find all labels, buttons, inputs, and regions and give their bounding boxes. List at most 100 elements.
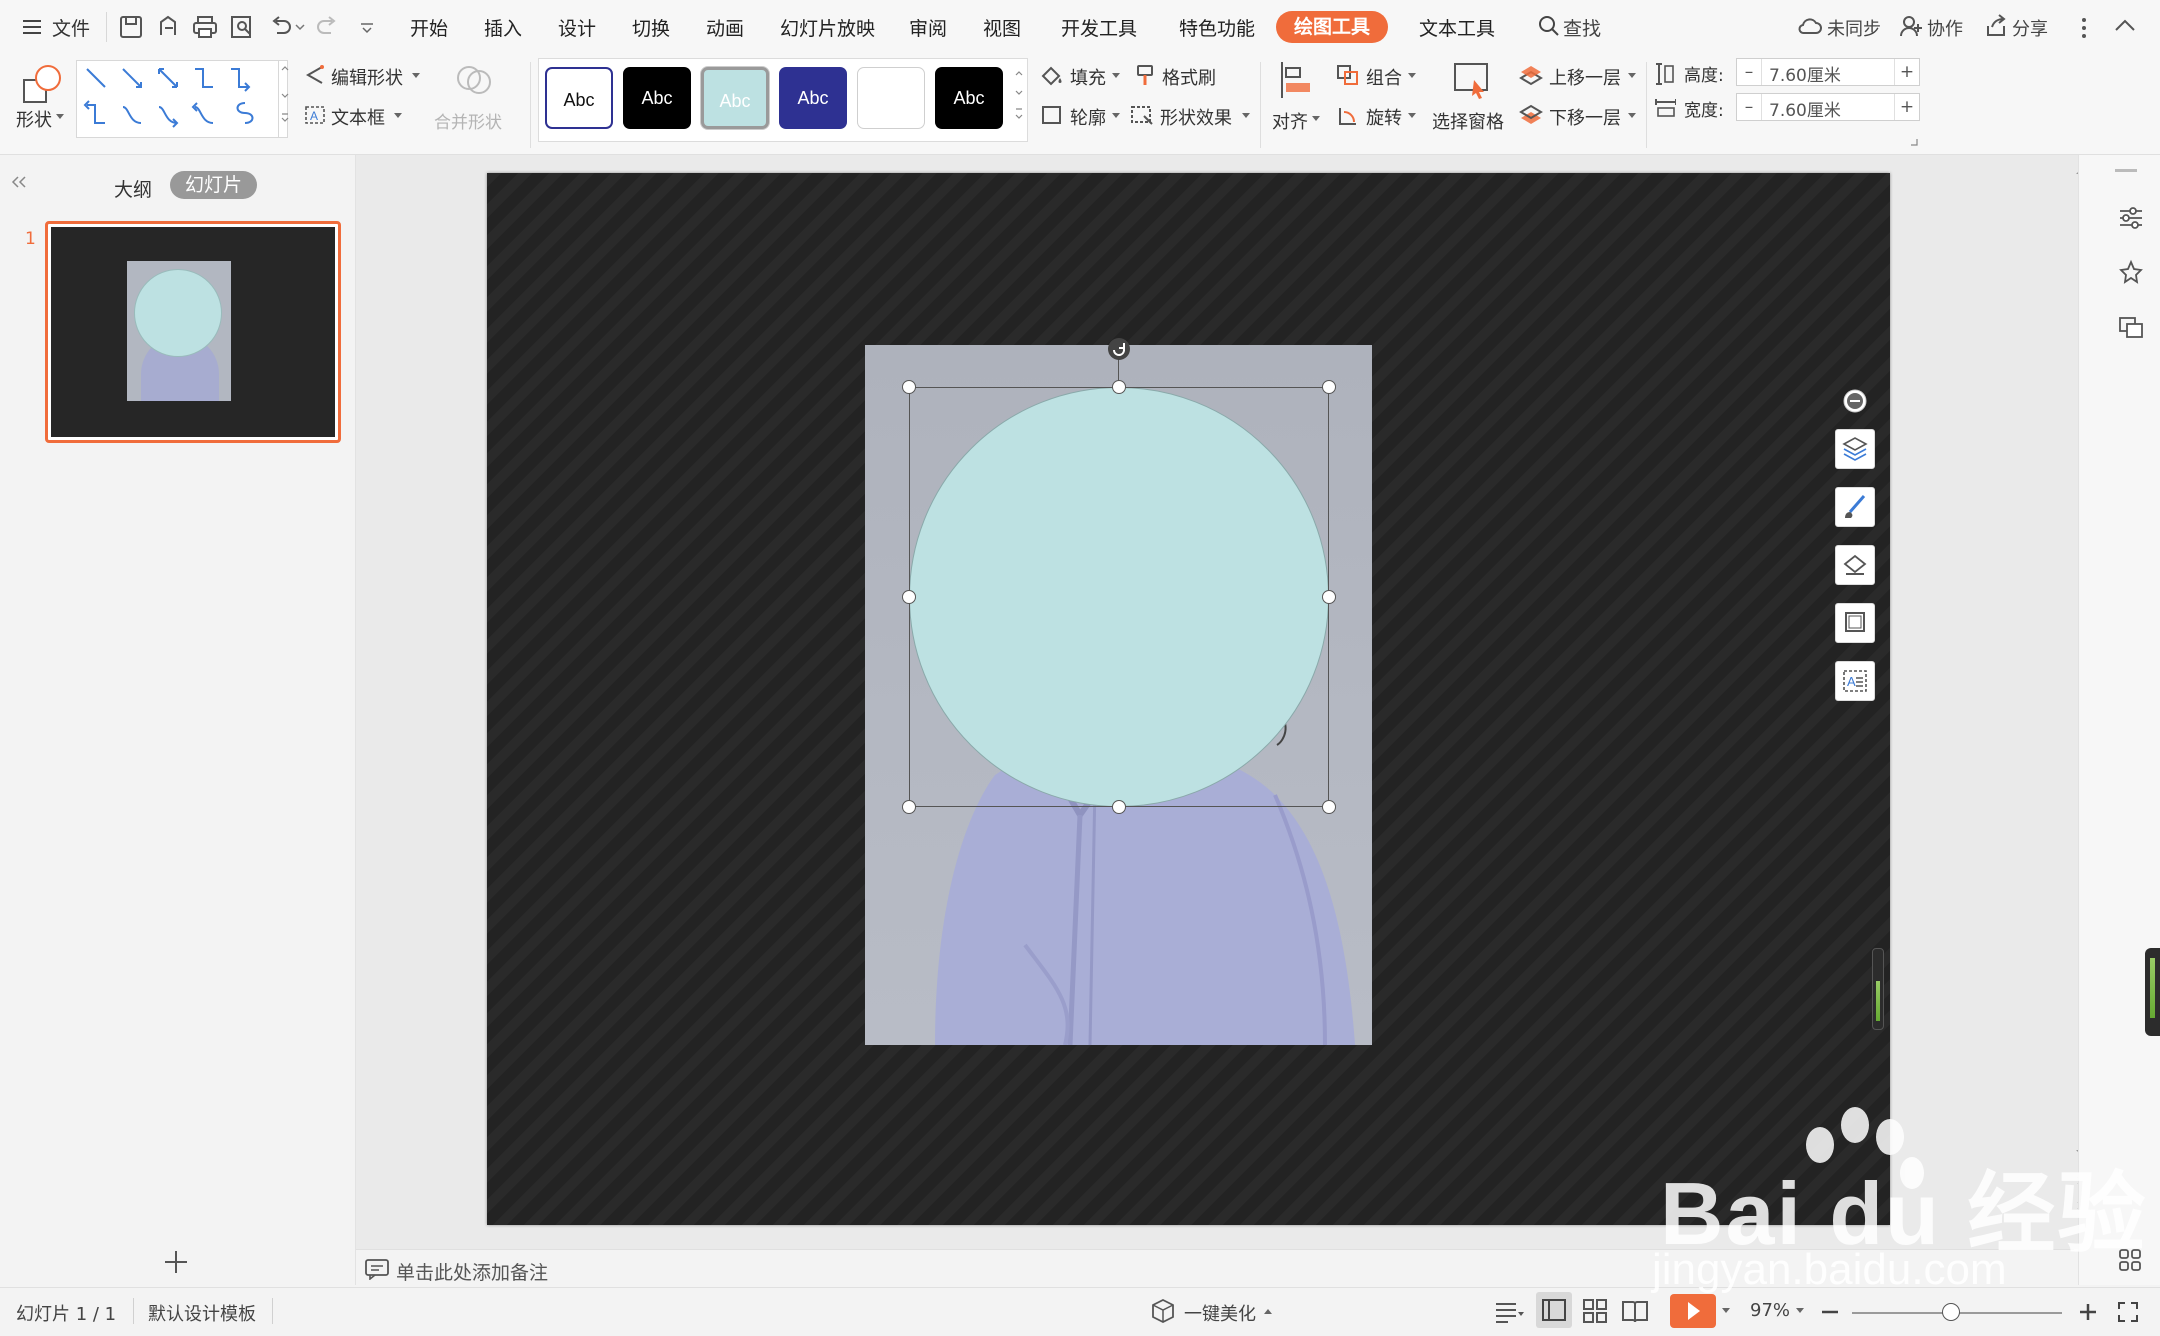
tab-view[interactable]: 视图 (983, 14, 1021, 41)
collapse-ribbon-icon[interactable] (2114, 18, 2136, 32)
reading-view-icon[interactable] (1620, 1296, 1650, 1326)
magic-star-icon[interactable] (2117, 259, 2145, 287)
add-slide-icon[interactable] (162, 1248, 190, 1276)
notes-placeholder[interactable]: 单击此处添加备注 (396, 1258, 548, 1285)
merge-shape-icon (457, 66, 491, 94)
notes-view-icon[interactable] (1494, 1300, 1526, 1324)
save-icon[interactable] (118, 14, 144, 40)
resize-handle-bottom-left[interactable] (902, 800, 916, 814)
shape-style-gallery[interactable]: Abc Abc Abc Abc Abc (538, 58, 1028, 142)
tab-animation[interactable]: 动画 (706, 14, 744, 41)
style-sample-black[interactable]: Abc (623, 67, 691, 129)
collapse-pane-icon[interactable] (10, 175, 28, 189)
outline-tab[interactable]: 大纲 (114, 175, 152, 202)
height-value[interactable]: 7.60厘米 (1769, 61, 1841, 86)
side-voice-widget[interactable] (2145, 948, 2160, 1036)
format-painter-label: 格式刷 (1162, 68, 1216, 89)
zoom-level[interactable]: 97% (1750, 1300, 1790, 1321)
align-button[interactable]: 对齐 (1270, 60, 1322, 140)
zoom-slider-thumb[interactable] (1942, 1303, 1960, 1321)
slide-layout-icon[interactable] (2117, 313, 2145, 341)
resize-handle-bottom[interactable] (1112, 800, 1126, 814)
height-decrement-button[interactable]: – (1737, 59, 1762, 85)
fit-window-icon[interactable] (2116, 1300, 2140, 1324)
layer-options-button[interactable] (1835, 429, 1875, 469)
style-gallery-scroll-icon[interactable] (1013, 69, 1025, 129)
height-increment-button[interactable]: + (1894, 59, 1919, 85)
size-dialog-launcher-icon[interactable] (1910, 138, 1918, 146)
tab-transition[interactable]: 切换 (632, 14, 670, 41)
customize-quick-access-icon[interactable] (360, 22, 374, 34)
notes-bar[interactable]: 单击此处添加备注 (356, 1249, 2074, 1288)
line-shape-gallery[interactable] (76, 60, 288, 138)
rotate-handle-icon[interactable] (1107, 337, 1131, 361)
undo-dropdown-icon[interactable] (295, 24, 305, 32)
style-sample-black-2[interactable]: Abc (935, 67, 1003, 129)
status-divider (272, 1298, 273, 1324)
normal-view-icon (1542, 1299, 1566, 1321)
tab-insert[interactable]: 插入 (484, 14, 522, 41)
shape-outline-button[interactable] (1835, 603, 1875, 643)
shape-style-button[interactable] (1835, 487, 1875, 527)
grid-apps-icon[interactable] (2117, 1247, 2143, 1273)
rotate-dropdown-icon (1408, 113, 1416, 118)
redo-icon[interactable] (314, 14, 340, 40)
zoom-in-icon[interactable] (2078, 1302, 2098, 1322)
slides-tab[interactable]: 幻灯片 (170, 171, 258, 199)
svg-text:A: A (1847, 674, 1856, 689)
tab-developer[interactable]: 开发工具 (1061, 14, 1137, 41)
resize-handle-top[interactable] (1112, 380, 1126, 394)
style-sample-white-navy[interactable]: Abc (545, 67, 613, 129)
tab-home[interactable]: 开始 (410, 14, 448, 41)
tab-drawing-tools[interactable]: 绘图工具 (1276, 11, 1389, 43)
tab-special-features[interactable]: 特色功能 (1179, 14, 1255, 41)
text-wrap-button[interactable]: A (1835, 661, 1875, 701)
style-sample-blank[interactable] (857, 67, 925, 129)
zoom-dropdown-icon[interactable] (1796, 1308, 1804, 1314)
shape-button[interactable]: 形状 (14, 60, 74, 140)
tab-slideshow[interactable]: 幻灯片放映 (780, 14, 875, 41)
resize-handle-top-left[interactable] (902, 380, 916, 394)
slide[interactable]: A (487, 173, 1890, 1225)
zoom-out-icon[interactable] (1820, 1302, 1840, 1322)
height-field[interactable]: – 7.60厘米 + (1736, 58, 1920, 86)
play-icon (1688, 1302, 1700, 1320)
svg-text:A: A (310, 109, 318, 123)
gallery-scroll[interactable] (278, 60, 291, 138)
resize-handle-bottom-right[interactable] (1322, 800, 1336, 814)
export-icon[interactable] (156, 14, 182, 40)
print-preview-icon[interactable] (229, 14, 255, 40)
width-decrement-button[interactable]: – (1737, 94, 1762, 120)
ribbon-divider (530, 62, 531, 148)
properties-sliders-icon[interactable] (2117, 205, 2145, 231)
normal-view-button[interactable] (1536, 1292, 1572, 1328)
voice-level-widget[interactable] (1872, 948, 1884, 1030)
slide-thumbnail[interactable] (45, 221, 341, 443)
resize-handle-left[interactable] (902, 590, 916, 604)
template-name[interactable]: 默认设计模板 (148, 1300, 256, 1326)
slideshow-dropdown-icon[interactable] (1722, 1308, 1730, 1314)
width-field[interactable]: – 7.60厘米 + (1736, 93, 1920, 121)
style-sample-navy[interactable]: Abc (779, 67, 847, 129)
resize-handle-top-right[interactable] (1322, 380, 1336, 394)
more-options-icon[interactable] (2080, 16, 2088, 40)
width-value[interactable]: 7.60厘米 (1769, 96, 1841, 121)
outline-dropdown-icon (1112, 113, 1120, 118)
shape-fill-button[interactable] (1835, 545, 1875, 585)
resize-handle-right[interactable] (1322, 590, 1336, 604)
tab-text-tools[interactable]: 文本工具 (1419, 14, 1495, 41)
edit-shape-label: 编辑形状 (331, 68, 403, 89)
selection-pane-button[interactable]: 选择窗格 (1430, 60, 1514, 140)
width-increment-button[interactable]: + (1894, 94, 1919, 120)
slide-sorter-icon[interactable] (1580, 1296, 1610, 1326)
print-icon[interactable] (192, 14, 218, 40)
tab-review[interactable]: 审阅 (909, 14, 947, 41)
style-sample-teal-selected[interactable]: Abc (701, 67, 769, 129)
merge-shape-button[interactable]: 合并形状 (434, 60, 518, 140)
collapse-float-toolbar-icon[interactable] (1843, 389, 1867, 413)
shape-effect-dropdown-icon (1242, 113, 1250, 118)
ribbon-divider (1260, 62, 1261, 148)
tab-design[interactable]: 设计 (558, 14, 596, 41)
undo-icon[interactable] (268, 14, 294, 40)
play-slideshow-button[interactable] (1670, 1294, 1716, 1328)
